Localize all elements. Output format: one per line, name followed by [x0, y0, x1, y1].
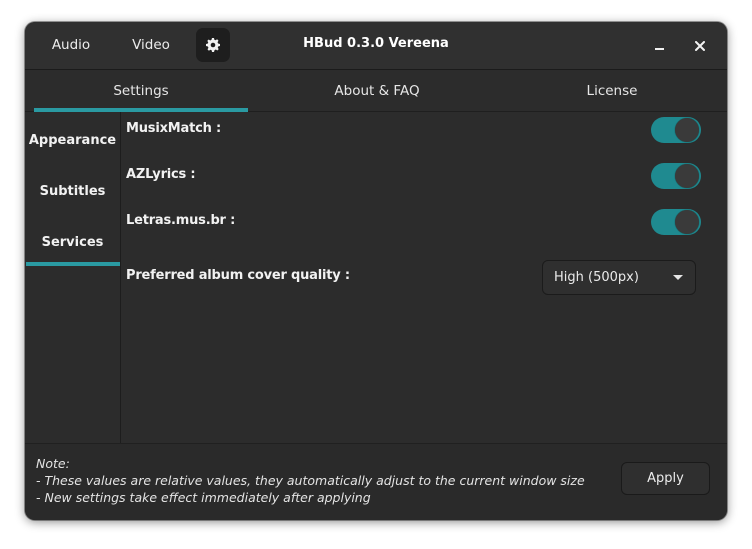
apply-button[interactable]: Apply [621, 462, 710, 495]
footer-bar: Note: - These values are relative values… [25, 443, 727, 520]
note-line-2: - New settings take effect immediately a… [36, 490, 371, 505]
letras-toggle[interactable] [651, 209, 701, 235]
minimize-button[interactable] [647, 34, 671, 58]
cover-quality-label: Preferred album cover quality : [126, 268, 350, 283]
musixmatch-label: MusixMatch : [126, 121, 221, 136]
minimize-icon [655, 48, 664, 50]
azlyrics-toggle[interactable] [651, 163, 701, 189]
active-sidebar-indicator [26, 262, 120, 266]
close-button[interactable] [688, 34, 712, 58]
cover-quality-value: High (500px) [554, 270, 639, 285]
note-title: Note: [36, 456, 70, 471]
tab-about-faq[interactable]: About & FAQ [261, 70, 493, 111]
note-line-1: - These values are relative values, they… [36, 473, 585, 488]
header-bar: Audio Video HBud 0.3.0 Vereena [25, 22, 727, 70]
sidebar-item-subtitles[interactable]: Subtitles [25, 168, 120, 216]
sidebar-item-appearance[interactable]: Appearance [25, 117, 120, 165]
tab-settings[interactable]: Settings [34, 70, 248, 111]
toggle-knob [675, 118, 699, 142]
sidebar-item-services[interactable]: Services [25, 219, 120, 267]
close-icon [695, 41, 705, 51]
toggle-knob [675, 210, 699, 234]
main-tabs: Settings About & FAQ License [25, 70, 727, 112]
cover-quality-dropdown[interactable]: High (500px) [542, 260, 696, 295]
toggle-knob [675, 164, 699, 188]
window-title: HBud 0.3.0 Vereena [303, 36, 449, 51]
letras-label: Letras.mus.br : [126, 213, 236, 228]
chevron-down-icon [673, 275, 683, 280]
settings-sidebar: Appearance Subtitles Services [25, 112, 121, 443]
tab-license[interactable]: License [495, 70, 727, 111]
musixmatch-toggle[interactable] [651, 117, 701, 143]
app-window: Audio Video HBud 0.3.0 Vereena Settings … [25, 22, 727, 520]
azlyrics-label: AZLyrics : [126, 167, 196, 182]
